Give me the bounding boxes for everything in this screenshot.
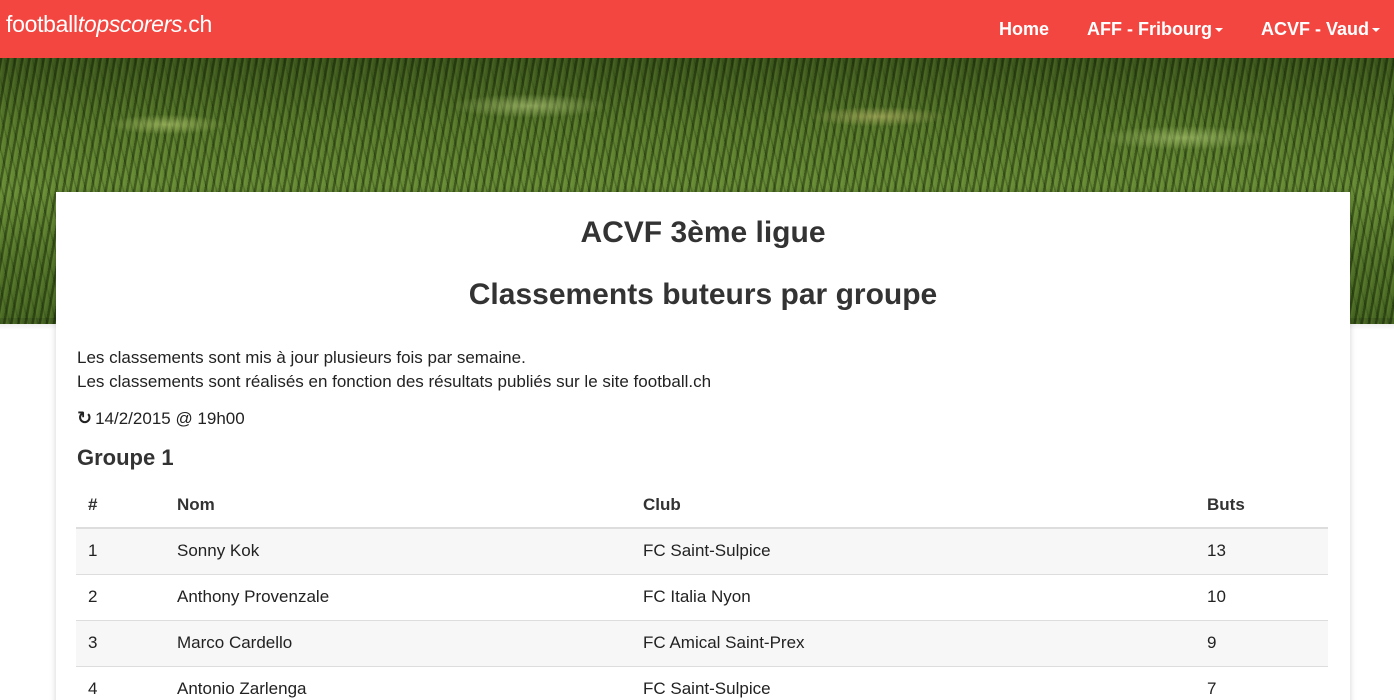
nav-home-label: Home	[998, 18, 1049, 39]
header-name: Nom	[165, 482, 631, 529]
nav-home-link[interactable]: Home	[980, 0, 1068, 58]
content-card: ACVF 3ème ligue Classements buteurs par …	[56, 192, 1350, 700]
last-updated-value: 14/2/2015 @ 19h00	[95, 408, 245, 428]
cell-goals: 10	[1195, 574, 1328, 621]
nav-vaud-dropdown[interactable]: ACVF - Vaud	[1242, 0, 1394, 58]
group-title: Groupe 1	[77, 445, 174, 470]
cell-club: FC Saint-Sulpice	[631, 666, 1195, 700]
table-row: 4 Antonio Zarlenga FC Saint-Sulpice 7	[76, 666, 1328, 700]
cell-name: Antonio Zarlenga	[165, 666, 631, 700]
refresh-icon: ↻	[77, 408, 93, 428]
cell-club: FC Saint-Sulpice	[631, 528, 1195, 575]
table-header-row: # Nom Club Buts	[76, 482, 1328, 529]
header-goals: Buts	[1195, 482, 1328, 529]
brand-part3: .ch	[182, 11, 212, 37]
intro-line-2: Les classements sont réalisés en fonctio…	[77, 372, 712, 391]
cell-goals: 9	[1195, 620, 1328, 667]
table-row: 3 Marco Cardello FC Amical Saint-Prex 9	[76, 620, 1328, 667]
main-nav: Home AFF - Fribourg ACVF - Vaud	[980, 0, 1394, 58]
intro-line-1: Les classements sont mis à jour plusieur…	[77, 348, 526, 367]
brand-part1: football	[6, 11, 78, 37]
cell-name: Marco Cardello	[165, 620, 631, 667]
cell-name: Sonny Kok	[165, 528, 631, 575]
page-title: ACVF 3ème ligue	[580, 216, 826, 249]
page-subtitle: Classements buteurs par groupe	[468, 278, 938, 311]
nav-fribourg-dropdown[interactable]: AFF - Fribourg	[1068, 0, 1242, 58]
nav-vaud-label: ACVF - Vaud	[1260, 18, 1369, 39]
cell-rank: 3	[76, 620, 165, 667]
top-navbar: footballtopscorers.ch Home AFF - Fribour…	[0, 0, 1394, 58]
scorers-table: # Nom Club Buts 1 Sonny Kok FC Saint-Sul…	[76, 482, 1328, 700]
table-row: 1 Sonny Kok FC Saint-Sulpice 13	[76, 528, 1328, 575]
cell-club: FC Amical Saint-Prex	[631, 620, 1195, 667]
nav-fribourg-label: AFF - Fribourg	[1087, 18, 1212, 39]
cell-goals: 13	[1195, 528, 1328, 575]
site-logo-link[interactable]: footballtopscorers.ch	[6, 11, 212, 38]
cell-rank: 4	[76, 666, 165, 700]
cell-goals: 7	[1195, 666, 1328, 700]
brand-part2: topscorers	[77, 11, 183, 37]
caret-down-icon	[1214, 28, 1223, 32]
cell-rank: 2	[76, 574, 165, 621]
cell-club: FC Italia Nyon	[631, 574, 1195, 621]
caret-down-icon	[1372, 28, 1380, 32]
cell-rank: 1	[76, 528, 165, 575]
header-club: Club	[631, 482, 1195, 529]
cell-name: Anthony Provenzale	[165, 574, 631, 621]
last-updated: ↻ 14/2/2015 @ 19h00	[77, 408, 245, 429]
header-rank: #	[76, 482, 165, 529]
table-row: 2 Anthony Provenzale FC Italia Nyon 10	[76, 574, 1328, 621]
intro-text: Les classements sont mis à jour plusieur…	[77, 346, 711, 394]
